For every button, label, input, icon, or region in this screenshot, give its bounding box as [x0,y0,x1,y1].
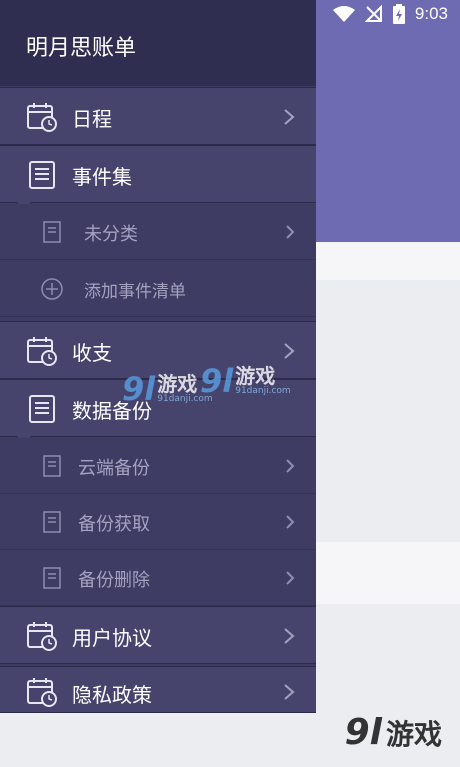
chevron-right-icon [284,109,295,125]
add-circle-icon [41,278,63,300]
menu-label-event-collection: 事件集 [72,165,132,189]
menu-item-privacy-policy[interactable]: 隐私政策 [0,666,316,713]
submenu-label-cloud-backup: 云端备份 [78,458,150,479]
chevron-right-icon [286,515,295,529]
chevron-right-icon [286,225,295,239]
document-icon [43,511,61,533]
notebook-icon [29,395,55,423]
submenu-item-backup-retrieve[interactable]: 备份获取 [0,494,316,550]
submenu-label-backup-retrieve: 备份获取 [78,514,150,535]
chevron-right-icon [284,628,295,644]
submenu-label-backup-delete: 备份删除 [78,570,150,591]
menu-label-schedule: 日程 [72,107,112,131]
menu-item-user-agreement[interactable]: 用户协议 [0,606,316,664]
submenu-label-uncategorized: 未分类 [84,224,138,245]
no-signal-icon [364,5,382,22]
calendar-clock-icon [27,103,57,132]
chevron-right-icon [286,459,295,473]
menu-item-schedule[interactable]: 日程 [0,87,316,145]
chevron-right-icon [284,343,295,359]
document-icon [43,455,61,477]
watermark-logo-corner: 9l 游戏 [344,712,442,753]
menu-label-income-expense: 收支 [72,341,112,365]
document-icon [43,221,61,243]
watermark-logo: 9l 游戏 91danji.com [200,362,291,400]
submenu-item-cloud-backup[interactable]: 云端备份 [0,438,316,494]
battery-charging-icon [392,4,405,24]
submenu-label-add-event-list: 添加事件清单 [84,282,186,302]
navigation-drawer: 明月思账单 日程 事件集 未分类 添加事件清单 收支 数据备份 云端备份 备份获… [0,0,316,713]
chevron-right-icon [284,684,295,700]
chevron-right-icon [286,571,295,585]
calendar-clock-icon [27,678,57,707]
menu-label-user-agreement: 用户协议 [72,626,152,650]
submenu-item-backup-delete[interactable]: 备份删除 [0,550,316,606]
calendar-clock-icon [27,622,57,651]
calendar-clock-icon [27,337,57,366]
wifi-icon [332,6,355,22]
document-icon [43,567,61,589]
drawer-header: 明月思账单 [0,0,316,86]
menu-label-privacy-policy: 隐私政策 [72,683,152,707]
status-time: 9:03 [414,4,448,23]
menu-item-event-collection[interactable]: 事件集 [0,145,316,203]
submenu-item-uncategorized[interactable]: 未分类 [0,204,316,260]
submenu-item-add-event-list[interactable]: 添加事件清单 [0,261,316,317]
app-title: 明月思账单 [26,36,137,61]
notebook-icon [29,161,55,189]
